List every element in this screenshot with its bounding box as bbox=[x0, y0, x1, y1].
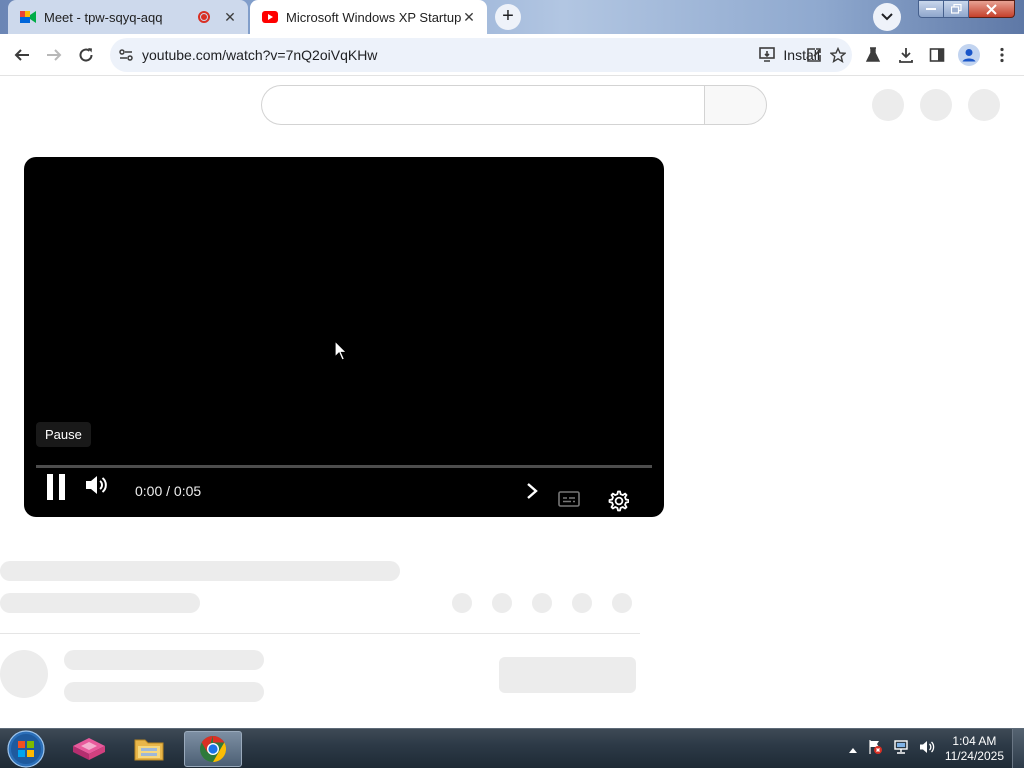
pause-icon bbox=[47, 474, 65, 500]
browser-menu-button[interactable] bbox=[988, 41, 1016, 69]
chevron-down-icon bbox=[881, 13, 893, 21]
title-placeholder bbox=[0, 561, 400, 581]
divider bbox=[0, 633, 640, 634]
gear-icon bbox=[608, 490, 629, 512]
tab-strip: Meet - tpw-sqyq-aqq ✕ Microsoft Windows … bbox=[0, 0, 1024, 34]
clock-date: 11/24/2025 bbox=[944, 749, 1004, 763]
system-tray: 1:04 AM 11/24/2025 bbox=[848, 729, 1012, 768]
app-cube-icon[interactable] bbox=[62, 731, 116, 767]
recording-indicator-icon bbox=[198, 11, 210, 23]
action-placeholder bbox=[452, 593, 472, 613]
action-center-flag-icon[interactable] bbox=[867, 739, 883, 760]
chrome-icon[interactable] bbox=[184, 731, 242, 767]
tab-title: Microsoft Windows XP Startup S bbox=[286, 9, 461, 25]
side-panel-icon bbox=[929, 48, 945, 62]
window-controls bbox=[918, 0, 1015, 20]
progress-bar[interactable] bbox=[36, 465, 652, 468]
install-icon bbox=[759, 47, 776, 62]
arrow-right-icon bbox=[47, 49, 62, 61]
minimize-button[interactable] bbox=[918, 0, 944, 18]
subtitle-placeholder bbox=[0, 593, 200, 613]
address-bar[interactable]: youtube.com/watch?v=7nQ2oiVqKHw Install bbox=[110, 38, 852, 72]
time-display: 0:00 / 0:05 bbox=[135, 483, 202, 499]
tab-title: Meet - tpw-sqyq-aqq bbox=[44, 9, 163, 25]
video-player[interactable]: Pause 0:00 / 0:05 bbox=[24, 157, 664, 517]
mouse-cursor-icon bbox=[334, 339, 348, 367]
start-button[interactable] bbox=[6, 730, 46, 768]
taskbar-clock[interactable]: 1:04 AM 11/24/2025 bbox=[945, 734, 1004, 764]
pause-button[interactable] bbox=[42, 471, 70, 503]
header-icon-placeholder bbox=[920, 89, 952, 121]
star-icon bbox=[830, 47, 846, 63]
share-icon bbox=[807, 48, 821, 62]
mute-button[interactable] bbox=[82, 471, 110, 499]
window-close-button[interactable] bbox=[969, 0, 1015, 18]
side-panel-button[interactable] bbox=[923, 41, 951, 69]
search-button-placeholder[interactable] bbox=[704, 85, 767, 125]
restore-button[interactable] bbox=[944, 0, 969, 18]
download-icon bbox=[899, 48, 913, 63]
pause-tooltip: Pause bbox=[36, 422, 91, 447]
channel-avatar-placeholder bbox=[0, 650, 48, 698]
kebab-menu-icon bbox=[1000, 47, 1004, 63]
subtitles-button[interactable] bbox=[556, 487, 582, 511]
close-icon[interactable]: ✕ bbox=[461, 9, 477, 25]
reload-button[interactable] bbox=[72, 41, 100, 69]
bookmark-button[interactable] bbox=[824, 41, 852, 69]
next-chapter-button[interactable] bbox=[522, 477, 542, 505]
flask-icon bbox=[865, 47, 881, 62]
chevron-right-icon bbox=[527, 483, 538, 499]
clock-time: 1:04 AM bbox=[952, 734, 997, 748]
forward-button[interactable] bbox=[40, 41, 68, 69]
show-hidden-icons-icon[interactable] bbox=[848, 740, 857, 758]
action-placeholder bbox=[532, 593, 552, 613]
subscribe-placeholder bbox=[499, 657, 636, 693]
header-icon-placeholder bbox=[872, 89, 904, 121]
labs-button[interactable] bbox=[859, 41, 887, 69]
action-placeholder bbox=[612, 593, 632, 613]
google-meet-icon bbox=[20, 9, 36, 25]
windows-logo-icon bbox=[7, 730, 45, 768]
arrow-left-icon bbox=[14, 49, 29, 61]
tab-youtube[interactable]: Microsoft Windows XP Startup S ✕ bbox=[250, 0, 487, 34]
file-explorer-icon[interactable] bbox=[122, 731, 176, 767]
url-text: youtube.com/watch?v=7nQ2oiVqKHw bbox=[142, 47, 378, 63]
settings-button[interactable] bbox=[604, 487, 632, 515]
browser-toolbar: youtube.com/watch?v=7nQ2oiVqKHw Install bbox=[0, 34, 1024, 76]
speaker-icon[interactable] bbox=[919, 739, 935, 760]
avatar-placeholder bbox=[968, 89, 1000, 121]
channel-subs-placeholder bbox=[64, 682, 264, 702]
action-placeholder bbox=[492, 593, 512, 613]
tab-meet[interactable]: Meet - tpw-sqyq-aqq ✕ bbox=[8, 0, 248, 34]
youtube-icon bbox=[262, 9, 278, 25]
reload-icon bbox=[79, 48, 93, 62]
channel-name-placeholder bbox=[64, 650, 264, 670]
subtitles-icon bbox=[558, 491, 580, 507]
close-icon[interactable]: ✕ bbox=[222, 9, 238, 25]
windows-taskbar: 1:04 AM 11/24/2025 bbox=[0, 728, 1024, 768]
profile-button[interactable] bbox=[955, 41, 983, 69]
back-button[interactable] bbox=[8, 41, 36, 69]
site-settings-icon[interactable] bbox=[118, 47, 134, 68]
search-input-placeholder[interactable] bbox=[261, 85, 704, 125]
action-placeholder bbox=[572, 593, 592, 613]
tab-search-button[interactable] bbox=[873, 3, 901, 31]
network-icon[interactable] bbox=[893, 739, 909, 760]
new-tab-button[interactable]: + bbox=[495, 4, 521, 30]
show-desktop-button[interactable] bbox=[1012, 729, 1024, 768]
profile-avatar-icon bbox=[958, 44, 980, 66]
downloads-button[interactable] bbox=[892, 41, 920, 69]
volume-icon bbox=[86, 476, 107, 494]
